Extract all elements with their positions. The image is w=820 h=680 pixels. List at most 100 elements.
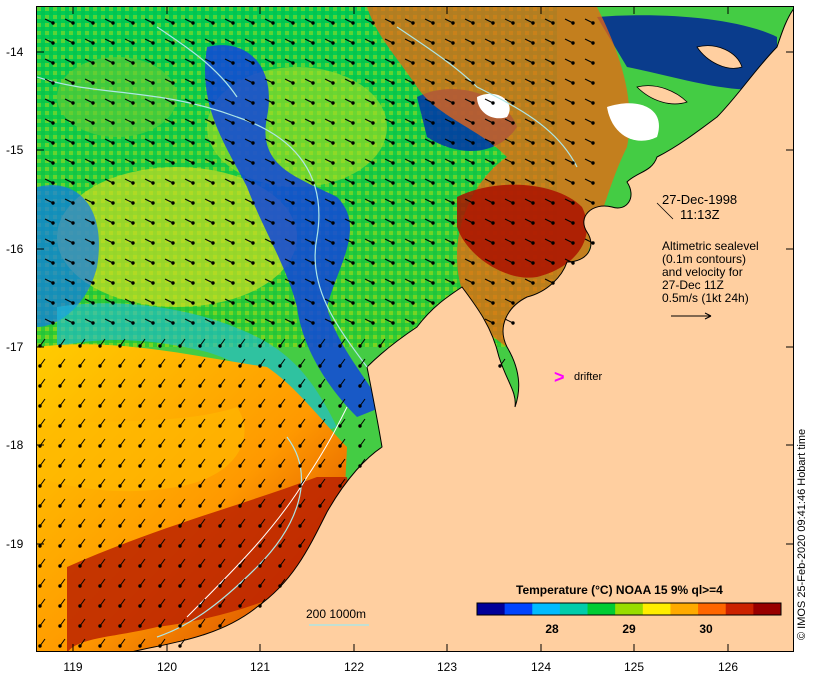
arrow-head [591, 81, 595, 85]
arrow-head [338, 404, 342, 408]
arrow-head [58, 424, 62, 428]
arrow-head [271, 321, 275, 325]
arrow-head [491, 221, 495, 225]
arrow-head [111, 141, 115, 145]
arrow-head [251, 21, 255, 25]
arrow-head [118, 504, 122, 508]
arrow-head [78, 364, 82, 368]
arrow-head [251, 141, 255, 145]
arrow-head [178, 524, 182, 528]
arrow-head [411, 101, 415, 105]
arrow-head [158, 604, 162, 608]
arrow-head [411, 41, 415, 45]
arrow-head [278, 404, 282, 408]
arrow-head [171, 161, 175, 165]
altimetry-note: Altimetric sealevel (0.1m contours) and … [662, 240, 759, 305]
arrow-head [291, 161, 295, 165]
arrow-head [158, 344, 162, 348]
arrow-head [58, 404, 62, 408]
arrow-head [138, 464, 142, 468]
arrow-head [211, 241, 215, 245]
arrow-head [451, 221, 455, 225]
arrow-head [258, 524, 262, 528]
arrow-head [311, 61, 315, 65]
arrow-head [111, 221, 115, 225]
arrow-head [258, 404, 262, 408]
arrow-head [278, 444, 282, 448]
arrow-head [291, 81, 295, 85]
arrow-head [291, 181, 295, 185]
arrow-head [198, 424, 202, 428]
arrow-head [218, 344, 222, 348]
arrow-head [451, 181, 455, 185]
arrow-head [178, 604, 182, 608]
arrow-head [171, 321, 175, 325]
arrow-head [111, 81, 115, 85]
lon-label: 123 [436, 660, 458, 674]
arrow-head [211, 61, 215, 65]
arrow-head [431, 161, 435, 165]
arrow-head [431, 81, 435, 85]
arrow-head [251, 121, 255, 125]
arrow-head [551, 201, 555, 205]
arrow-head [258, 564, 262, 568]
lat-label: -18 [6, 438, 24, 452]
arrow-head [91, 261, 95, 265]
arrow-head [378, 344, 382, 348]
arrow-head [251, 61, 255, 65]
arrow-head [491, 261, 495, 265]
arrow-head [238, 604, 242, 608]
arrow-head [138, 624, 142, 628]
arrow-head [411, 81, 415, 85]
arrow-head [91, 321, 95, 325]
arrow-head [431, 41, 435, 45]
arrow-head [511, 61, 515, 65]
arrow-head [318, 344, 322, 348]
arrow-head [58, 384, 62, 388]
lat-label: -15 [6, 143, 24, 157]
arrow-head [351, 121, 355, 125]
arrow-head [58, 524, 62, 528]
arrow-head [591, 201, 595, 205]
arrow-head [171, 121, 175, 125]
arrow-head [78, 544, 82, 548]
arrow-head [198, 524, 202, 528]
arrow-head [211, 181, 215, 185]
lon-label: 119 [63, 660, 83, 674]
arrow-head [511, 181, 515, 185]
arrow-head [151, 181, 155, 185]
arrow-head [78, 444, 82, 448]
arrow-head [291, 281, 295, 285]
arrow-head [298, 384, 302, 388]
arrow-head [298, 464, 302, 468]
arrow-head [38, 604, 42, 608]
arrow-head [171, 241, 175, 245]
arrow-head [51, 321, 55, 325]
arrow-head [211, 101, 215, 105]
arrow-head [531, 161, 535, 165]
arrow-head [298, 544, 302, 548]
arrow-head [38, 424, 42, 428]
arrow-head [371, 221, 375, 225]
colorbar-segment [670, 603, 699, 615]
arrow-head [511, 41, 515, 45]
arrow-head [71, 141, 75, 145]
arrow-head [531, 261, 535, 265]
arrow-head [298, 504, 302, 508]
arrow-head [91, 121, 95, 125]
arrow-head [78, 524, 82, 528]
arrow-head [91, 101, 95, 105]
arrow-head [218, 564, 222, 568]
arrow-head [251, 181, 255, 185]
arrow-head [38, 364, 42, 368]
arrow-head [271, 301, 275, 305]
arrow-head [231, 201, 235, 205]
arrow-head [251, 301, 255, 305]
arrow-head [118, 544, 122, 548]
arrow-head [511, 261, 515, 265]
arrow-head [591, 161, 595, 165]
colorbar-segment [615, 603, 644, 615]
arrow-head [158, 504, 162, 508]
arrow-head [311, 21, 315, 25]
arrow-head [78, 624, 82, 628]
